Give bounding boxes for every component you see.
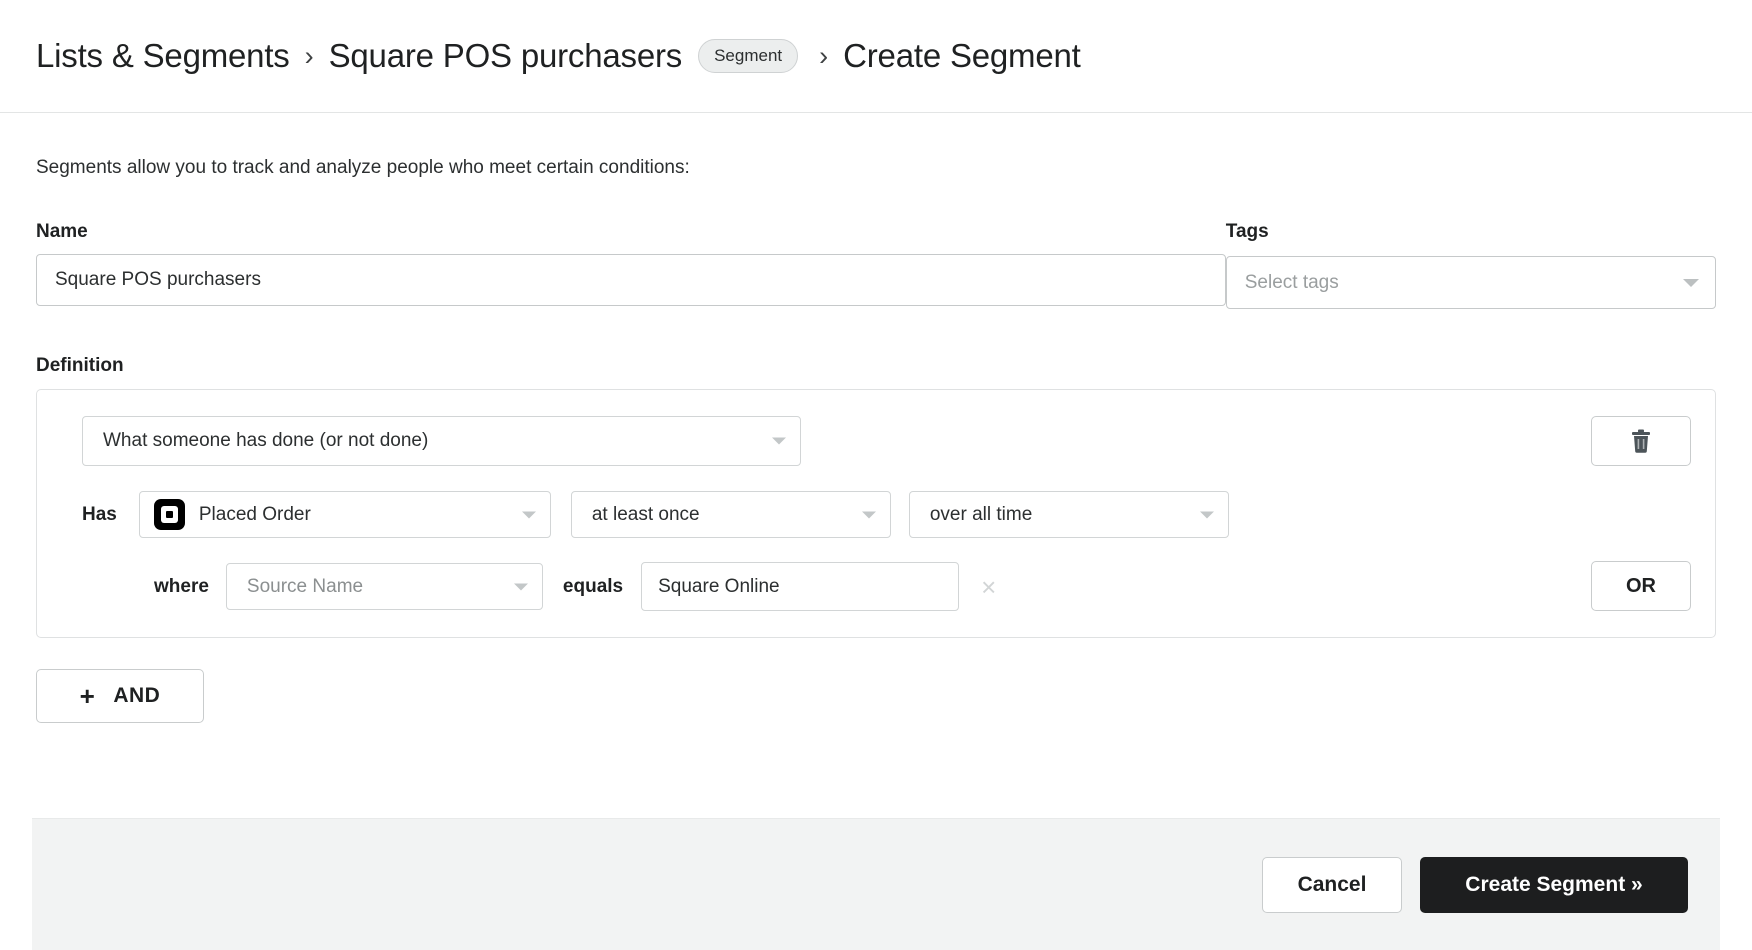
where-filter-row: where Source Name equals × — [82, 562, 1691, 611]
plus-icon: + — [80, 683, 96, 709]
breadcrumb-item-lists-segments[interactable]: Lists & Segments — [36, 37, 290, 75]
breadcrumb-separator: › — [305, 41, 314, 72]
or-button[interactable]: OR — [1591, 561, 1691, 611]
has-condition-row: Has Placed Order at least once over all … — [82, 491, 1691, 538]
chevron-down-icon — [772, 438, 786, 445]
timeframe-select[interactable]: over all time — [909, 491, 1229, 538]
tags-label: Tags — [1226, 221, 1716, 243]
frequency-value: at least once — [592, 504, 700, 526]
metric-select[interactable]: Placed Order — [139, 491, 551, 538]
delete-condition-button[interactable] — [1591, 416, 1691, 466]
tags-select-input[interactable] — [1226, 256, 1716, 309]
page-content: Segments allow you to track and analyze … — [0, 157, 1752, 723]
filter-value-input[interactable] — [641, 562, 959, 611]
breadcrumb-item-create-segment: Create Segment — [843, 37, 1081, 75]
condition-type-select[interactable]: What someone has done (or not done) — [82, 416, 801, 466]
square-logo-dot — [166, 511, 173, 518]
close-icon[interactable]: × — [981, 574, 996, 600]
footer-actions: Cancel Create Segment » — [32, 818, 1720, 950]
segment-name-input[interactable] — [36, 254, 1226, 306]
breadcrumb-separator-2: › — [819, 41, 828, 72]
breadcrumb-item-segment-name[interactable]: Square POS purchasers — [329, 37, 682, 75]
attribute-select[interactable]: Source Name — [226, 563, 543, 610]
condition-type-value: What someone has done (or not done) — [103, 430, 428, 452]
frequency-select[interactable]: at least once — [571, 491, 891, 538]
cancel-button[interactable]: Cancel — [1262, 857, 1402, 913]
timeframe-value: over all time — [930, 504, 1032, 526]
has-label: Has — [82, 504, 117, 526]
trash-icon — [1630, 429, 1652, 453]
definition-panel: What someone has done (or not done) Has — [36, 389, 1716, 638]
add-and-condition-button[interactable]: + AND — [36, 669, 204, 723]
tags-select-wrapper[interactable] — [1226, 256, 1716, 309]
definition-label: Definition — [36, 355, 1716, 377]
square-logo-ring — [161, 506, 178, 523]
tags-field-group: Tags — [1226, 221, 1716, 309]
chevron-down-icon — [514, 583, 528, 590]
metric-value: Placed Order — [199, 504, 311, 526]
and-label: AND — [113, 684, 160, 708]
segment-type-badge: Segment — [698, 39, 798, 73]
where-label: where — [154, 576, 209, 598]
name-and-tags-row: Name Tags — [36, 221, 1716, 309]
square-logo-icon — [154, 499, 185, 530]
chevron-down-icon — [862, 511, 876, 518]
chevron-down-icon — [522, 511, 536, 518]
attribute-value: Source Name — [247, 576, 363, 598]
intro-text: Segments allow you to track and analyze … — [36, 157, 1716, 179]
name-label: Name — [36, 221, 1226, 243]
operator-label: equals — [563, 576, 623, 598]
create-segment-button[interactable]: Create Segment » — [1420, 857, 1688, 913]
breadcrumb: Lists & Segments › Square POS purchasers… — [0, 0, 1752, 113]
chevron-down-icon — [1200, 511, 1214, 518]
name-field-group: Name — [36, 221, 1226, 309]
